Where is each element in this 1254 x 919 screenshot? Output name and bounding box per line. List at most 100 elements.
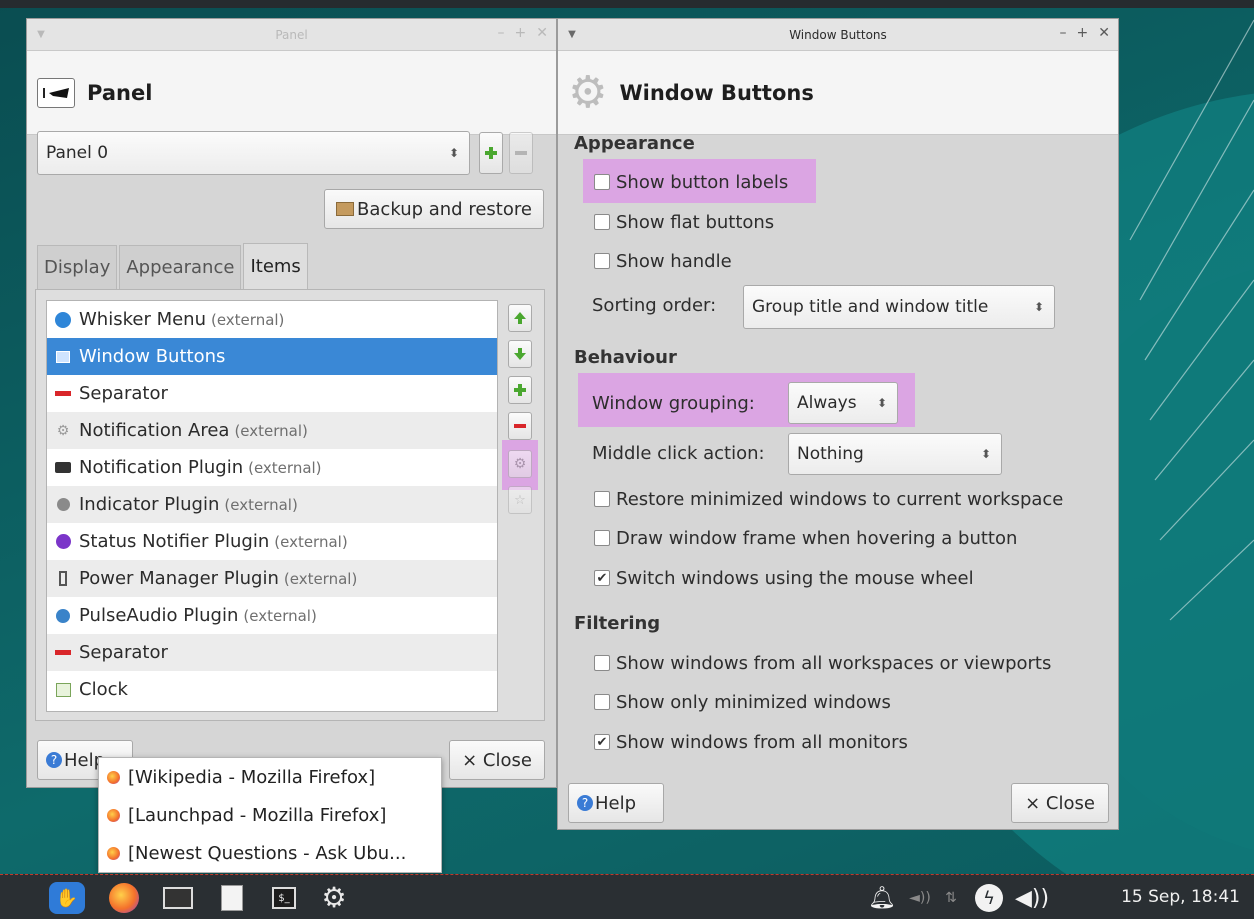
volume-icon[interactable]: ◀)) bbox=[1012, 881, 1052, 915]
external-tag: (external) bbox=[274, 532, 348, 551]
firefox-icon bbox=[107, 808, 120, 822]
list-item[interactable]: PulseAudio Plugin (external) bbox=[47, 597, 497, 634]
list-item[interactable]: Separator bbox=[47, 634, 497, 671]
all-workspaces-checkbox[interactable]: Show windows from all workspaces or view… bbox=[594, 648, 1051, 678]
list-item[interactable]: Indicator Plugin (external) bbox=[47, 486, 497, 523]
window-menu-icon[interactable]: ▼ bbox=[27, 29, 55, 40]
chevron-updown-icon: ⬍ bbox=[980, 447, 991, 461]
text-editor-icon[interactable] bbox=[212, 881, 252, 915]
list-item[interactable]: ⚙ Notification Area (external) bbox=[47, 412, 497, 449]
add-panel-button[interactable] bbox=[479, 132, 503, 174]
switch-windows-mouse-wheel-checkbox[interactable]: ✔ Switch windows using the mouse wheel bbox=[594, 563, 974, 593]
plugin-list[interactable]: Whisker Menu (external) Window Buttons Sepa… bbox=[46, 300, 498, 712]
list-item[interactable]: Clock bbox=[47, 671, 497, 708]
close-window-button[interactable]: ✕ bbox=[1098, 25, 1110, 41]
checkbox-label: Show windows from all monitors bbox=[616, 731, 908, 753]
list-item-label: Separator bbox=[79, 642, 168, 663]
restore-minimized-checkbox[interactable]: Restore minimized windows to current wor… bbox=[594, 484, 1063, 514]
remove-panel-button[interactable] bbox=[509, 132, 533, 174]
move-down-button[interactable] bbox=[508, 340, 532, 368]
window-buttons-titlebar[interactable]: ▼ Window Buttons – + ✕ bbox=[558, 19, 1118, 51]
star-icon: ☆ bbox=[514, 492, 526, 508]
close-window-button[interactable]: ✕ bbox=[536, 25, 548, 41]
checkbox[interactable] bbox=[594, 174, 610, 190]
move-up-button[interactable] bbox=[508, 304, 532, 332]
checkbox[interactable]: ✔ bbox=[594, 734, 610, 750]
list-item[interactable]: Separator bbox=[47, 375, 497, 412]
power-icon[interactable]: ϟ bbox=[972, 881, 1006, 915]
draw-window-frame-checkbox[interactable]: Draw window frame when hovering a button bbox=[594, 523, 1017, 553]
checkbox[interactable] bbox=[594, 530, 610, 546]
indicator-plugin-icon bbox=[55, 497, 71, 513]
tab-appearance[interactable]: Appearance bbox=[119, 245, 242, 289]
window-grouping-select[interactable]: Always ⬍ bbox=[788, 382, 898, 424]
checkbox[interactable] bbox=[594, 253, 610, 269]
close-button[interactable]: × Close bbox=[1011, 783, 1109, 823]
minimize-button[interactable]: – bbox=[1060, 25, 1067, 41]
terminal-icon[interactable]: $_ bbox=[264, 881, 304, 915]
list-item[interactable]: Power Manager Plugin (external) bbox=[47, 560, 497, 597]
help-button[interactable]: ? Help bbox=[568, 783, 664, 823]
item-settings-button[interactable]: ⚙ bbox=[508, 450, 532, 478]
menu-item[interactable]: [Wikipedia - Mozilla Firefox] bbox=[99, 758, 441, 796]
show-button-labels-checkbox[interactable]: Show button labels bbox=[594, 167, 788, 197]
checkbox[interactable] bbox=[594, 491, 610, 507]
panel-titlebar[interactable]: ▼ Panel – + ✕ bbox=[27, 19, 556, 51]
backup-restore-button[interactable]: Backup and restore bbox=[324, 189, 544, 229]
network-icon[interactable]: ⇅ bbox=[938, 881, 964, 915]
item-about-button[interactable]: ☆ bbox=[508, 486, 532, 514]
checkbox[interactable] bbox=[594, 214, 610, 230]
gear-icon: ⚙ bbox=[568, 66, 608, 118]
maximize-button[interactable]: + bbox=[515, 25, 527, 41]
monitor-icon[interactable] bbox=[158, 881, 198, 915]
list-item[interactable]: Notification Plugin (external) bbox=[47, 449, 497, 486]
list-item[interactable]: Status Notifier Plugin (external) bbox=[47, 523, 497, 560]
all-monitors-checkbox[interactable]: ✔ Show windows from all monitors bbox=[594, 727, 908, 757]
settings-gear-icon[interactable]: ⚙ bbox=[314, 881, 354, 915]
bell-icon[interactable]: 🔔︎ bbox=[866, 881, 898, 915]
list-item[interactable]: Window Buttons bbox=[47, 338, 497, 375]
checkbox[interactable] bbox=[594, 655, 610, 671]
list-item[interactable]: Whisker Menu (external) bbox=[47, 301, 497, 338]
add-item-button[interactable] bbox=[508, 376, 532, 404]
checkbox-label: Show windows from all workspaces or view… bbox=[616, 652, 1052, 674]
arrow-down-icon bbox=[514, 348, 526, 360]
show-flat-buttons-checkbox[interactable]: Show flat buttons bbox=[594, 207, 774, 237]
firefox-icon bbox=[107, 846, 120, 860]
list-item-label: Window Buttons bbox=[79, 346, 226, 367]
list-item-label: Whisker Menu bbox=[79, 309, 206, 330]
separator-icon bbox=[55, 645, 71, 661]
tab-items[interactable]: Items bbox=[243, 243, 308, 289]
window-menu-icon[interactable]: ▼ bbox=[558, 29, 586, 40]
window-buttons-icon bbox=[55, 349, 71, 365]
tab-display[interactable]: Display bbox=[37, 245, 118, 289]
backup-icon bbox=[336, 202, 355, 216]
clock[interactable]: 15 Sep, 18:41 bbox=[1121, 887, 1240, 907]
close-button[interactable]: × Close bbox=[449, 740, 545, 780]
firefox-icon[interactable] bbox=[104, 881, 144, 915]
volume-muted-icon[interactable]: ◄)) bbox=[906, 881, 934, 915]
menu-item[interactable]: [Launchpad - Mozilla Firefox] bbox=[99, 796, 441, 834]
list-item-label: Clock bbox=[79, 679, 128, 700]
middle-click-select[interactable]: Nothing ⬍ bbox=[788, 433, 1002, 475]
checkbox-label: Show only minimized windows bbox=[616, 691, 891, 713]
section-behaviour: Behaviour bbox=[574, 347, 677, 368]
checkbox[interactable]: ✔ bbox=[594, 570, 610, 586]
sorting-order-select[interactable]: Group title and window title ⬍ bbox=[743, 285, 1055, 329]
menu-item[interactable]: [Newest Questions - Ask Ubu... bbox=[99, 834, 441, 872]
separator-icon bbox=[55, 386, 71, 402]
list-item-label: Power Manager Plugin bbox=[79, 568, 279, 589]
minimize-button[interactable]: – bbox=[498, 25, 505, 41]
panel-window: ▼ Panel – + ✕ Panel Panel 0 ⬍ Backup and… bbox=[26, 18, 557, 788]
show-handle-checkbox[interactable]: Show handle bbox=[594, 246, 732, 276]
panel-header: Panel bbox=[27, 51, 556, 135]
only-minimized-checkbox[interactable]: Show only minimized windows bbox=[594, 687, 891, 717]
checkbox[interactable] bbox=[594, 694, 610, 710]
middle-click-value: Nothing bbox=[797, 444, 864, 464]
maximize-button[interactable]: + bbox=[1077, 25, 1089, 41]
middle-click-label: Middle click action: bbox=[592, 443, 765, 464]
remove-item-button[interactable] bbox=[508, 412, 532, 440]
panel-select[interactable]: Panel 0 ⬍ bbox=[37, 131, 470, 175]
whisker-menu-icon[interactable]: ✋ bbox=[46, 881, 88, 915]
minus-icon bbox=[515, 151, 527, 155]
